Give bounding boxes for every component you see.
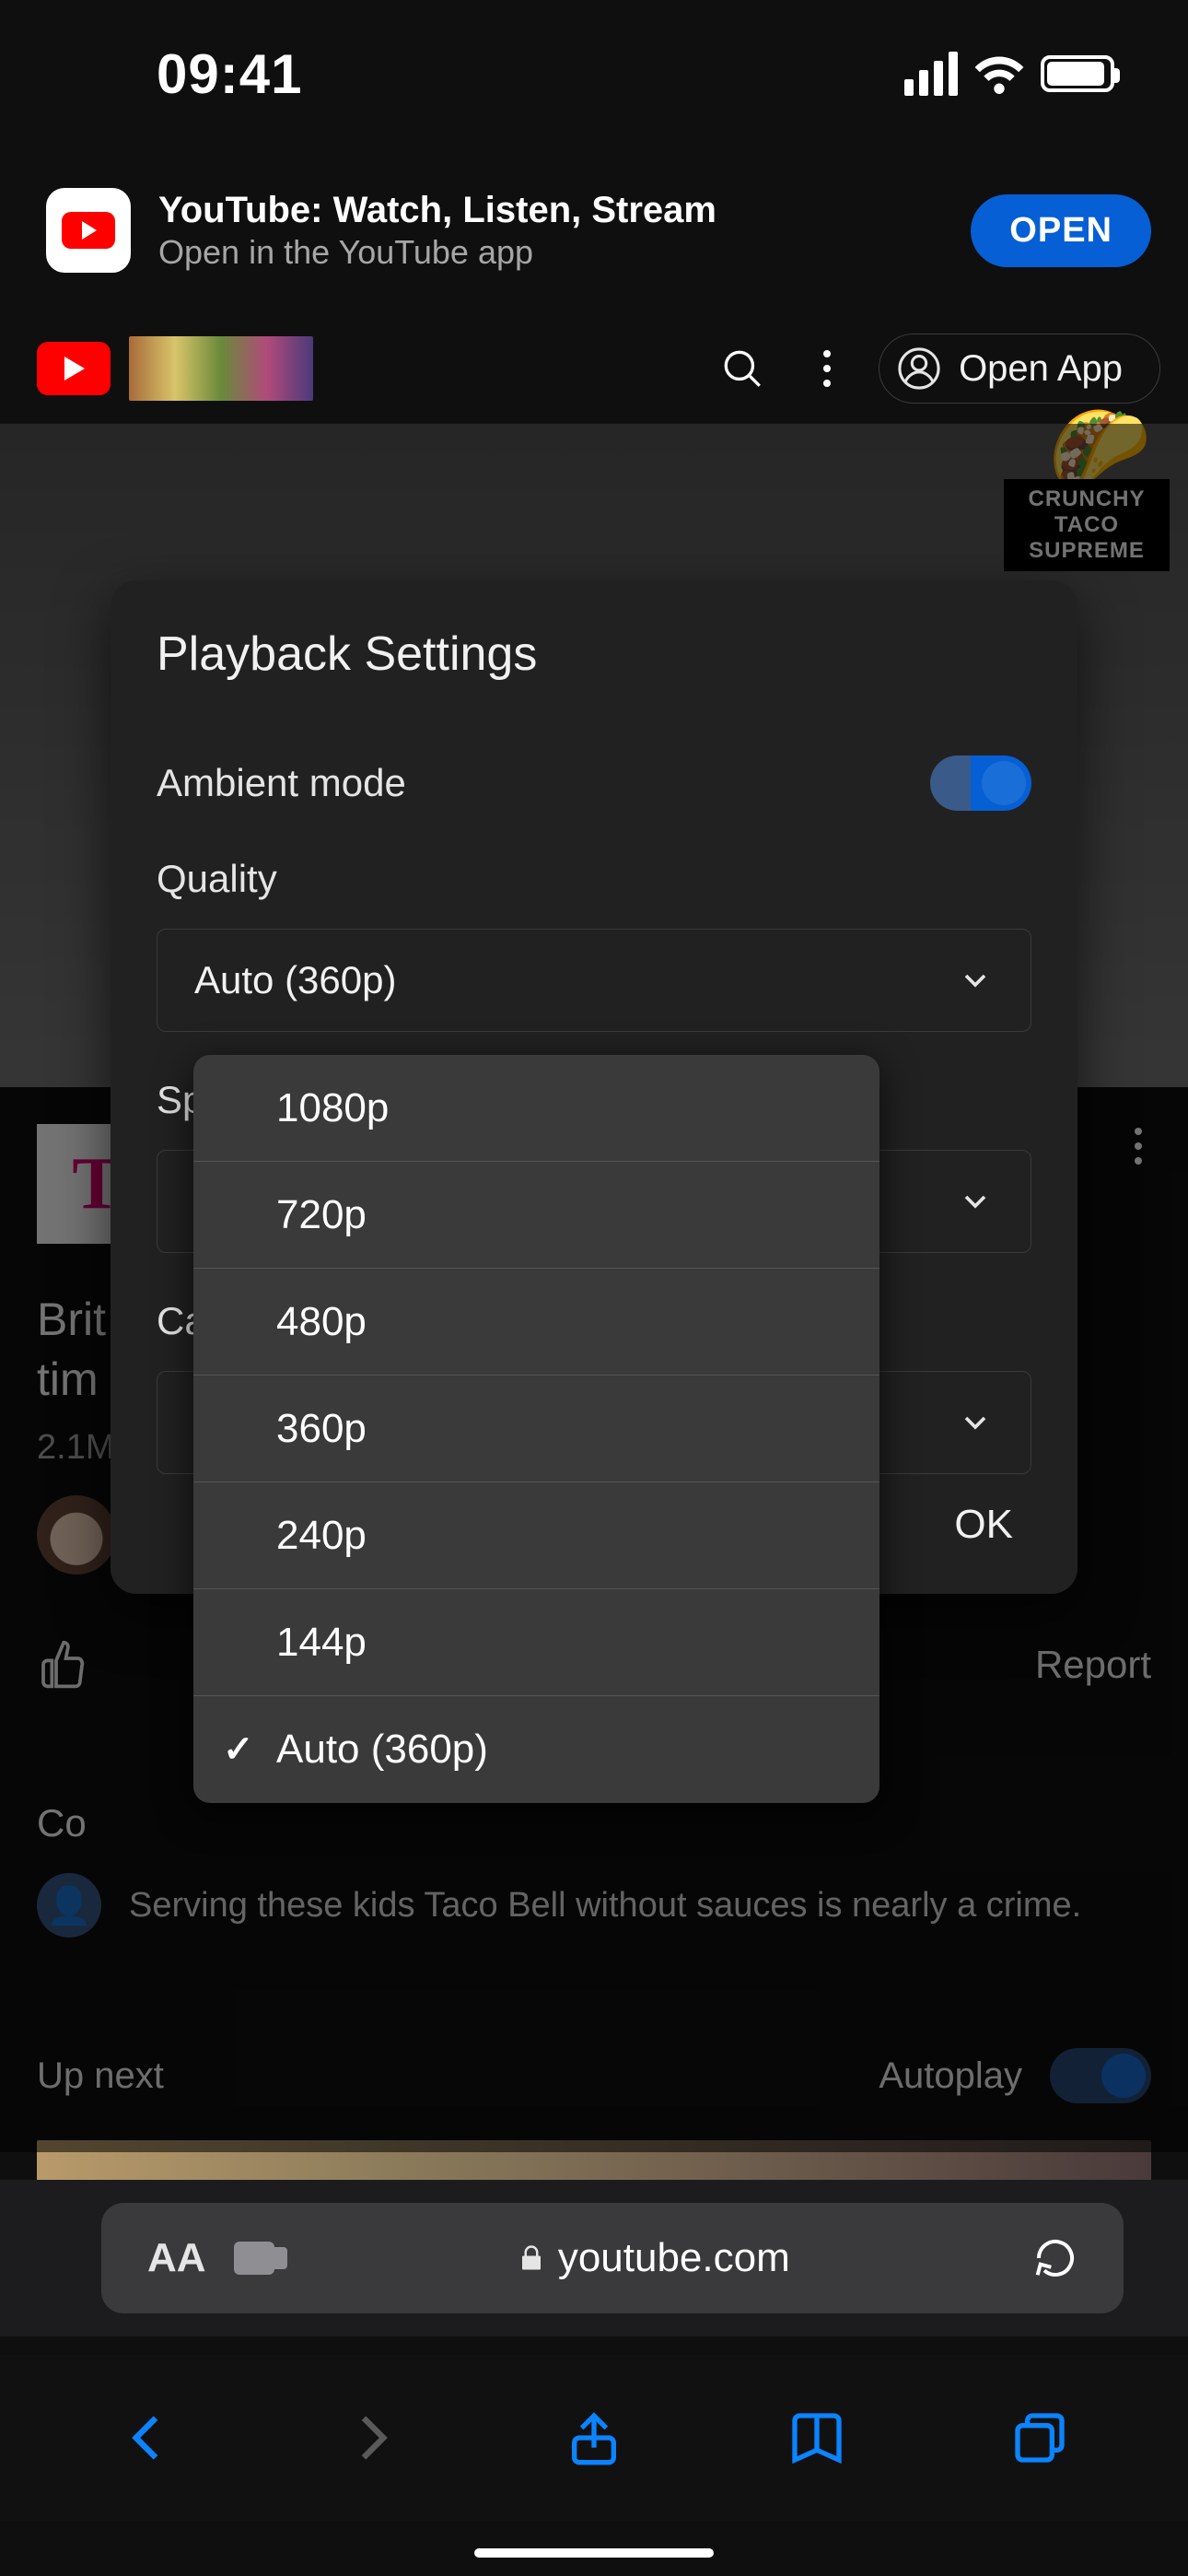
option-label: 480p	[276, 1299, 367, 1345]
open-app-label: Open App	[959, 348, 1123, 390]
home-indicator[interactable]	[474, 2548, 714, 2558]
status-bar: 09:41	[0, 0, 1188, 147]
banner-text: YouTube: Watch, Listen, Stream Open in t…	[158, 190, 943, 272]
wifi-icon	[974, 53, 1024, 94]
youtube-doodle	[129, 336, 313, 401]
panel-title: Playback Settings	[111, 626, 1077, 682]
chevron-down-icon	[957, 1404, 994, 1441]
youtube-app-icon	[46, 188, 131, 273]
chevron-down-icon	[957, 1183, 994, 1220]
quality-label: Quality	[111, 857, 1077, 901]
more-vertical-icon	[823, 365, 831, 372]
safari-toolbar	[0, 2355, 1188, 2521]
lock-icon	[518, 2242, 545, 2275]
quality-option-1080p[interactable]: 1080p	[193, 1055, 879, 1162]
address-domain: youtube.com	[558, 2235, 790, 2281]
smart-app-banner: YouTube: Watch, Listen, Stream Open in t…	[0, 166, 1188, 295]
quality-dropdown: 1080p 720p 480p 360p 240p 144p ✓ Auto (3…	[193, 1055, 879, 1803]
banner-open-button[interactable]: OPEN	[971, 194, 1151, 267]
back-button[interactable]	[119, 2408, 178, 2467]
ambient-mode-row: Ambient mode	[111, 737, 1077, 829]
quality-option-auto[interactable]: ✓ Auto (360p)	[193, 1696, 879, 1803]
youtube-header: Open App	[0, 313, 1188, 424]
page-settings-button[interactable]: AA	[147, 2235, 206, 2281]
tabs-button[interactable]	[1010, 2408, 1069, 2467]
share-button[interactable]	[565, 2408, 623, 2467]
option-label: 360p	[276, 1406, 367, 1452]
quality-option-480p[interactable]: 480p	[193, 1269, 879, 1376]
open-app-button[interactable]: Open App	[879, 334, 1160, 404]
option-label: 720p	[276, 1192, 367, 1238]
account-icon	[898, 347, 940, 390]
option-label: 1080p	[276, 1085, 389, 1131]
bookmarks-button[interactable]	[787, 2408, 846, 2467]
chevron-down-icon	[957, 962, 994, 999]
status-time: 09:41	[157, 42, 302, 106]
forward-button[interactable]	[342, 2408, 401, 2467]
option-label: Auto (360p)	[276, 1727, 488, 1773]
ambient-mode-toggle[interactable]	[930, 755, 1031, 811]
address-field[interactable]: AA youtube.com	[101, 2203, 1124, 2313]
cellular-icon	[904, 52, 958, 96]
option-label: 240p	[276, 1513, 367, 1559]
search-button[interactable]	[709, 335, 775, 402]
reload-button[interactable]	[1033, 2236, 1077, 2280]
check-icon: ✓	[223, 1728, 254, 1771]
status-indicators	[904, 52, 1114, 96]
banner-title: YouTube: Watch, Listen, Stream	[158, 190, 943, 231]
quality-option-144p[interactable]: 144p	[193, 1589, 879, 1696]
quality-value: Auto (360p)	[194, 958, 396, 1002]
youtube-logo-icon[interactable]	[37, 342, 111, 395]
option-label: 144p	[276, 1620, 367, 1666]
quality-option-360p[interactable]: 360p	[193, 1376, 879, 1482]
safari-address-bar: AA youtube.com	[0, 2180, 1188, 2336]
screen: 09:41 YouTube: Watch, Listen, Stream Ope…	[0, 0, 1188, 2576]
ambient-mode-label: Ambient mode	[157, 761, 406, 805]
battery-icon	[1041, 55, 1114, 92]
quality-select[interactable]: Auto (360p)	[157, 929, 1031, 1032]
quality-option-720p[interactable]: 720p	[193, 1162, 879, 1269]
more-options-button[interactable]	[794, 335, 860, 402]
extensions-icon[interactable]	[234, 2242, 274, 2275]
quality-option-240p[interactable]: 240p	[193, 1482, 879, 1589]
banner-subtitle: Open in the YouTube app	[158, 233, 943, 272]
